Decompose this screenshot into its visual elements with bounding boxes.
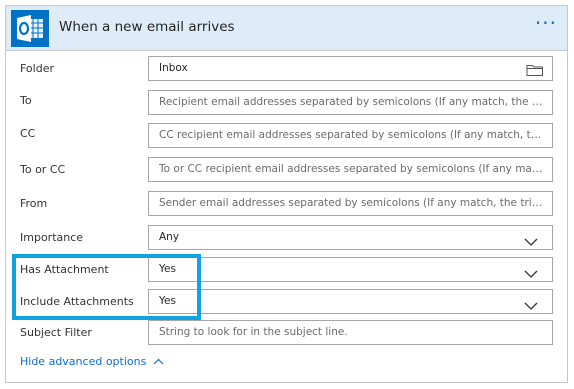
card-title: When a new email arrives [59, 19, 235, 35]
to-or-cc-label: To or CC [20, 163, 66, 176]
cc-placeholder: CC recipient email addresses separated b… [159, 129, 546, 141]
cc-field[interactable]: CC recipient email addresses separated b… [148, 123, 553, 148]
subject-filter-placeholder: String to look for in the subject line. [159, 326, 348, 338]
trigger-card: When a new email arrives ··· Folder Inbo… [5, 5, 568, 383]
to-field[interactable]: Recipient email addresses separated by s… [148, 90, 553, 115]
importance-value: Any [159, 231, 180, 243]
chevron-down-icon [524, 232, 538, 251]
chevron-down-icon [524, 264, 538, 283]
to-label: To [20, 94, 32, 107]
folder-field[interactable]: Inbox [148, 56, 553, 81]
folder-label: Folder [20, 62, 54, 75]
highlight-box [12, 254, 201, 320]
more-options-button[interactable]: ··· [535, 13, 557, 33]
hide-advanced-options-label: Hide advanced options [20, 355, 147, 368]
folder-value: Inbox [159, 62, 188, 74]
subject-filter-label: Subject Filter [20, 326, 92, 339]
card-header[interactable]: When a new email arrives ··· [6, 6, 567, 51]
from-label: From [20, 197, 48, 210]
outlook-icon [11, 10, 49, 47]
include-attachments-value: Yes [159, 295, 176, 307]
importance-dropdown[interactable]: Any [148, 225, 553, 250]
folder-icon[interactable] [526, 62, 544, 81]
subject-filter-field[interactable]: String to look for in the subject line. [148, 320, 553, 345]
include-attachments-dropdown[interactable]: Yes [148, 289, 553, 314]
to-or-cc-field[interactable]: To or CC recipient email addresses separ… [148, 157, 553, 182]
from-placeholder: Sender email addresses separated by semi… [159, 197, 546, 209]
to-placeholder: Recipient email addresses separated by s… [159, 96, 546, 108]
chevron-down-icon [524, 296, 538, 315]
from-field[interactable]: Sender email addresses separated by semi… [148, 191, 553, 216]
has-attachment-value: Yes [159, 263, 176, 275]
hide-advanced-options-link[interactable]: Hide advanced options [20, 355, 164, 368]
importance-label: Importance [20, 231, 84, 244]
to-or-cc-placeholder: To or CC recipient email addresses separ… [159, 163, 546, 175]
has-attachment-dropdown[interactable]: Yes [148, 257, 553, 282]
cc-label: CC [20, 127, 36, 140]
chevron-up-icon [150, 355, 164, 368]
